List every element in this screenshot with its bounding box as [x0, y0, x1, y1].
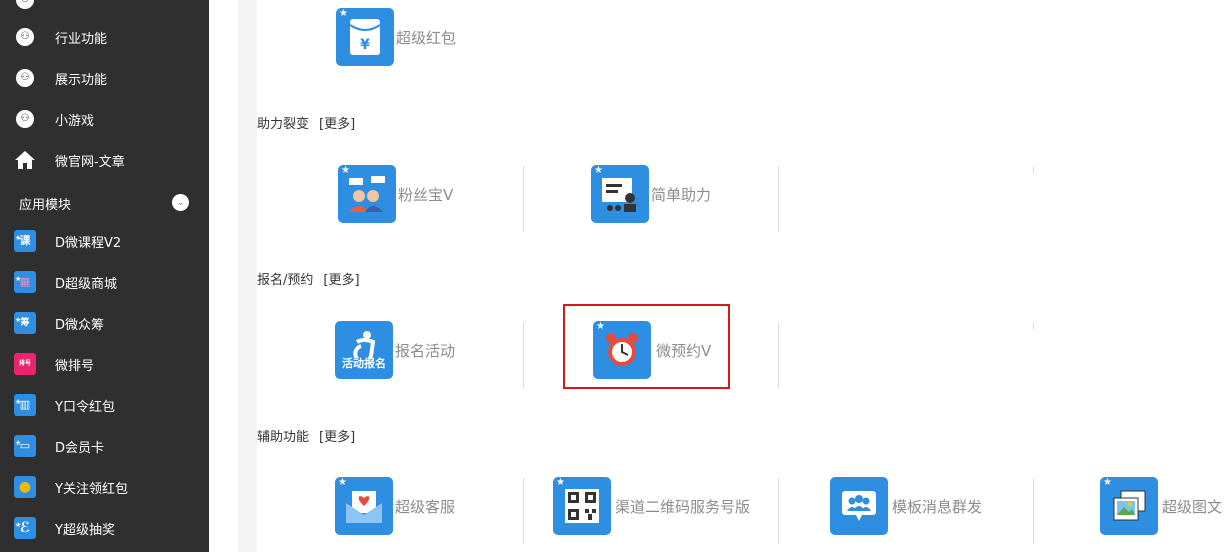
sidebar: ⚇ ⚇ 行业功能 ⚇ 展示功能 ⚇ 小游戏 微官网-文章 应用模块 ⌄ ★课 D… [0, 0, 209, 552]
svg-text:¥: ¥ [360, 37, 370, 53]
home-icon [14, 149, 36, 171]
sidebar-app-label: D微众筹 [55, 317, 105, 333]
signup-tile-text: 活动报名 [342, 357, 386, 370]
sidebar-app-lottery[interactable]: ★ ℰ Y超级抽奖 [0, 508, 209, 548]
signup-icon: 活动报名 [335, 321, 393, 379]
sidebar-app-follow[interactable]: ● Y关注领红包 [0, 467, 209, 507]
sidebar-app-label: D超级商城 [55, 276, 118, 292]
menu-circle-icon: ⚇ [14, 108, 36, 130]
card-qrcode[interactable]: ★ 渠道二维码服务号版 [553, 475, 750, 537]
card-label: 粉丝宝V [398, 185, 454, 204]
redpacket-icon: ★ ¥ [336, 8, 394, 66]
more-link[interactable]: [更多] [323, 273, 359, 288]
sidebar-app-label: Y关注领红包 [55, 481, 128, 497]
sidebar-app-label: 微排号 [55, 358, 95, 374]
section-title: 应用模块 [19, 198, 72, 213]
sidebar-app-queue[interactable]: 排号 微排号 [0, 344, 209, 384]
sidebar-app-label: Y口令红包 [55, 399, 115, 415]
service-mail-icon: ★ [335, 477, 393, 535]
card-super-service[interactable]: ★ 超级客服 [335, 475, 455, 537]
chevron-down-icon[interactable]: ⌄ [172, 194, 189, 211]
mall-icon: ★ ▦ [14, 271, 36, 293]
more-link[interactable]: [更多] [319, 430, 355, 445]
sidebar-item-website[interactable]: 微官网-文章 [0, 140, 209, 180]
section-title-text: 辅助功能 [257, 430, 310, 445]
more-link[interactable]: [更多] [319, 117, 355, 132]
sidebar-app-label: Y超级抽奖 [55, 522, 115, 538]
card-signup-activity[interactable]: 活动报名 报名活动 [335, 319, 455, 381]
sidebar-item-label: 行业功能 [55, 31, 108, 47]
sidebar-app-course[interactable]: ★ 课 D微课程V2 [0, 221, 209, 261]
divider [523, 166, 524, 232]
coin-icon: ● [14, 476, 36, 498]
card-label: 超级客服 [395, 497, 456, 516]
section-title-signup: 报名/预约 [更多] [257, 269, 360, 288]
divider [778, 166, 779, 232]
sidebar-app-membercard[interactable]: ★ ▭ D会员卡 [0, 426, 209, 466]
card-super-redpacket[interactable]: ★ ¥ 超级红包 [336, 6, 456, 68]
divider [778, 478, 779, 544]
course-icon: ★ 课 [14, 230, 36, 252]
section-title-assist: 助力裂变 [更多] [257, 113, 355, 132]
fans-icon: ★ [338, 165, 396, 223]
sidebar-item-label: 小游戏 [55, 113, 95, 129]
membercard-icon: ★ ▭ [14, 435, 36, 457]
sidebar-item-industry[interactable]: ⚇ 行业功能 [0, 17, 209, 57]
sidebar-app-crowdfund[interactable]: ★ 筹 D微众筹 [0, 303, 209, 343]
selection-highlight [563, 304, 730, 389]
divider [778, 322, 779, 388]
card-label: 报名活动 [395, 341, 456, 360]
divider [1033, 322, 1034, 330]
gap [209, 0, 238, 552]
group-message-icon [830, 477, 888, 535]
app-module-header[interactable]: 应用模块 ⌄ [0, 183, 209, 221]
menu-circle-icon: ⚇ [14, 26, 36, 48]
divider [523, 322, 524, 388]
sidebar-item-label: 微官网-文章 [55, 154, 125, 170]
content-gutter [238, 0, 257, 552]
section-title-text: 助力裂变 [257, 117, 310, 132]
qrcode-icon: ★ [553, 477, 611, 535]
section-title-text: 报名/预约 [257, 273, 314, 288]
sidebar-item-minigame[interactable]: ⚇ 小游戏 [0, 99, 209, 139]
redpacket-icon: ★ ▥ [14, 394, 36, 416]
queue-icon: 排号 [14, 353, 36, 375]
crowdfund-icon: ★ 筹 [14, 312, 36, 334]
sidebar-app-redpacket[interactable]: ★ ▥ Y口令红包 [0, 385, 209, 425]
menu-circle-icon: ⚇ [14, 67, 36, 89]
divider [1033, 478, 1034, 544]
divider [1033, 166, 1034, 174]
sidebar-item-display[interactable]: ⚇ 展示功能 [0, 58, 209, 98]
lottery-icon: ★ ℰ [14, 517, 36, 539]
section-title-aux: 辅助功能 [更多] [257, 426, 355, 445]
sidebar-app-label: D微课程V2 [55, 235, 122, 251]
menu-circle-icon: ⚇ [14, 0, 36, 11]
card-label: 模板消息群发 [892, 497, 983, 516]
card-simple-assist[interactable]: ★ 简单助力 [591, 163, 711, 225]
card-template-msg[interactable]: 模板消息群发 [830, 475, 982, 537]
sidebar-app-mall[interactable]: ★ ▦ D超级商城 [0, 262, 209, 302]
divider [523, 478, 524, 544]
card-label: 渠道二维码服务号版 [615, 497, 751, 516]
card-label: 超级图文 [1162, 497, 1223, 516]
sidebar-app-label: D会员卡 [55, 440, 105, 456]
card-super-article[interactable]: ★ 超级图文 [1100, 475, 1222, 537]
image-article-icon: ★ [1100, 477, 1158, 535]
card-fans[interactable]: ★ 粉丝宝V [338, 163, 453, 225]
sidebar-item-label: 展示功能 [55, 72, 108, 88]
card-label: 简单助力 [651, 185, 712, 204]
card-label: 超级红包 [396, 28, 457, 47]
main-content: ★ ¥ 超级红包 助力裂变 [更多] ★ 粉丝宝V ★ 简单助力 报名/预约 [… [257, 0, 1230, 552]
assist-icon: ★ [591, 165, 649, 223]
